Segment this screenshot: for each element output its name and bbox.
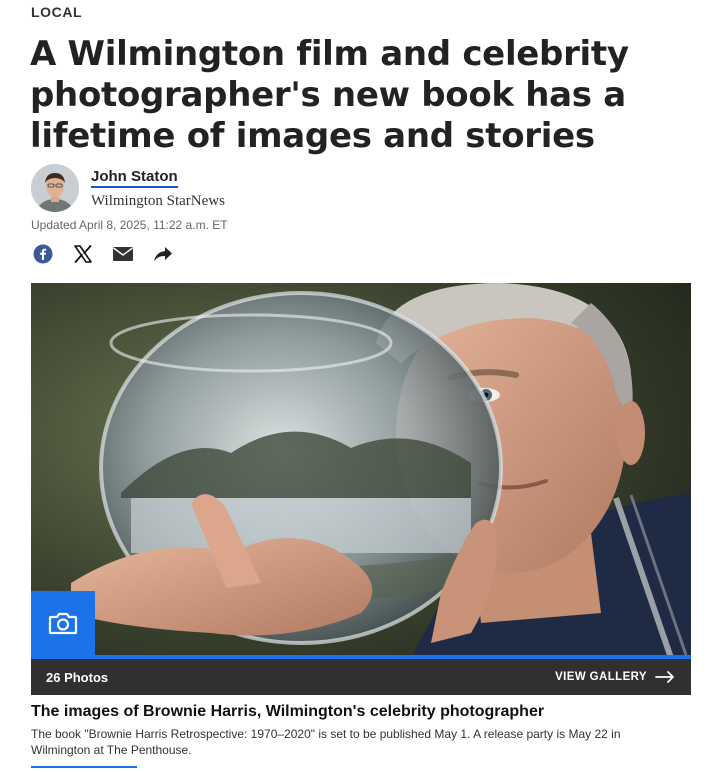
caption-divider — [31, 766, 137, 768]
photo-gallery[interactable]: 26 Photos VIEW GALLERY — [31, 283, 691, 695]
arrow-right-icon — [655, 671, 674, 683]
gallery-caption-text: The book "Brownie Harris Retrospective: … — [31, 727, 621, 757]
author-avatar[interactable] — [31, 164, 79, 212]
article-headline: A Wilmington film and celebrity photogra… — [30, 34, 629, 156]
facebook-icon[interactable] — [31, 242, 55, 266]
camera-icon[interactable] — [31, 591, 95, 655]
section-label[interactable]: LOCAL — [31, 4, 82, 20]
x-icon[interactable] — [71, 242, 95, 266]
gallery-lead-photo[interactable] — [31, 283, 691, 658]
updated-timestamp: Updated April 8, 2025, 11:22 a.m. ET — [31, 218, 228, 232]
view-gallery-button[interactable]: VIEW GALLERY — [555, 671, 675, 683]
gallery-bar: 26 Photos VIEW GALLERY — [31, 659, 691, 695]
email-icon[interactable] — [111, 242, 135, 266]
gallery-caption-title[interactable]: The images of Brownie Harris, Wilmington… — [31, 703, 691, 721]
photo-count: 26 Photos — [46, 669, 109, 685]
share-bar — [31, 242, 175, 266]
publication-name: Wilmington StarNews — [91, 193, 225, 209]
author-name-link[interactable]: John Staton — [91, 168, 178, 188]
byline: John Staton Wilmington StarNews — [31, 164, 225, 212]
view-gallery-label: VIEW GALLERY — [555, 671, 647, 683]
share-arrow-icon[interactable] — [151, 242, 175, 266]
